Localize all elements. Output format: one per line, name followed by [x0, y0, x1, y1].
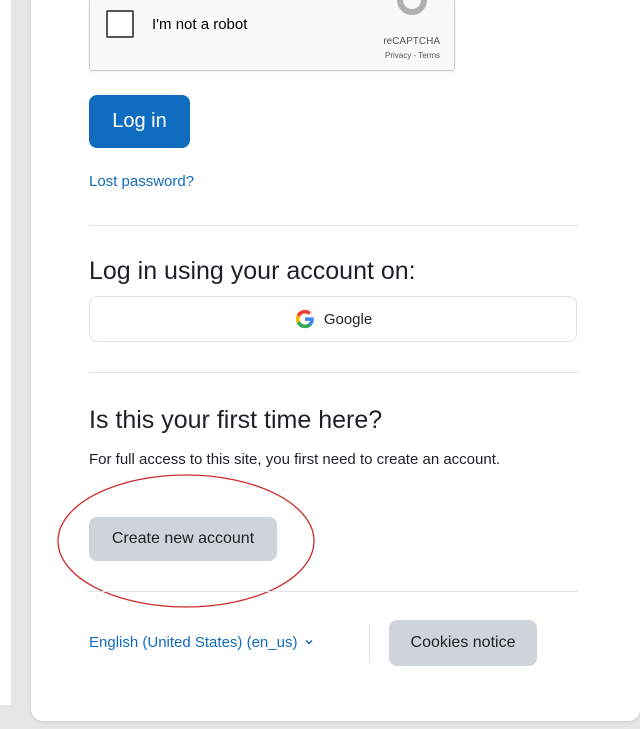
- background-panel: [0, 0, 11, 705]
- language-selector[interactable]: English (United States) (en_us): [89, 630, 315, 654]
- google-label: Google: [323, 310, 373, 328]
- divider: [89, 225, 578, 226]
- recaptcha-checkbox[interactable]: [106, 10, 134, 38]
- google-login-button[interactable]: Google: [89, 296, 577, 342]
- divider: [89, 591, 578, 592]
- recaptcha-brand: reCAPTCHA: [383, 36, 440, 47]
- cookies-notice-button[interactable]: Cookies notice: [389, 620, 537, 666]
- recaptcha-logo-icon: [397, 0, 427, 15]
- recaptcha-label: I'm not a robot: [152, 16, 248, 33]
- oauth-heading: Log in using your account on:: [89, 257, 416, 285]
- footer-separator: [369, 624, 370, 662]
- lost-password-link[interactable]: Lost password?: [89, 173, 194, 190]
- signup-heading: Is this your first time here?: [89, 406, 383, 434]
- create-account-button[interactable]: Create new account: [89, 517, 277, 561]
- signup-description: For full access to this site, you first …: [89, 451, 501, 468]
- recaptcha-privacy-terms[interactable]: Privacy - Terms: [385, 51, 440, 60]
- google-icon: [295, 309, 314, 329]
- divider: [89, 372, 578, 373]
- language-label: English (United States) (en_us): [89, 633, 298, 651]
- chevron-down-icon: [305, 639, 313, 645]
- recaptcha-widget: I'm not a robot reCAPTCHA Privacy - Term…: [89, 0, 455, 71]
- login-button[interactable]: Log in: [89, 95, 190, 148]
